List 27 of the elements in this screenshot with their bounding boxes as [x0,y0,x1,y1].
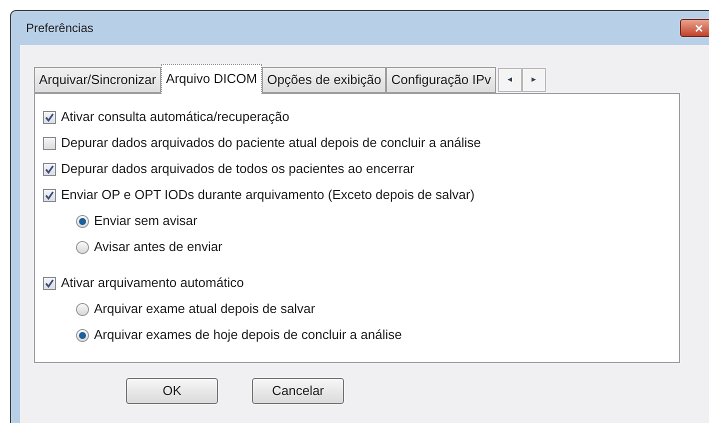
option-label: Ativar consulta automática/recuperação [61,108,290,126]
radio-button[interactable] [76,302,89,316]
option-label: Enviar OP e OPT IODs durante arquivamento (Exceto depois de salvar) [61,186,475,204]
tab-scroll-button[interactable]: ◂ [498,68,522,92]
checkbox[interactable] [43,110,56,124]
checkbox[interactable] [43,188,56,202]
option-label: Depurar dados arquivados do paciente atual depois de concluir a análise [61,134,481,152]
window-title: Preferências [26,20,94,37]
radio-button[interactable] [76,214,89,228]
radio-button[interactable] [76,240,89,254]
tab[interactable]: Opções de exibição [262,67,386,93]
checkbox[interactable] [43,276,56,290]
tab[interactable]: Configuração IPv [386,67,496,93]
tab[interactable]: Arquivo DICOM [161,64,262,94]
dialog-button[interactable]: OK [126,378,218,404]
tab[interactable]: Arquivar/Sincronizar [34,67,162,93]
checkbox[interactable] [43,162,56,176]
option-label: Avisar antes de enviar [94,238,222,256]
option-label: Depurar dados arquivados de todos os pacientes ao encerrar [61,160,414,178]
tab-scroll-button[interactable]: ▸ [522,68,546,92]
option-label: Arquivar exames de hoje depois de concluir a análise [94,326,402,344]
dialog-button[interactable]: Cancelar [252,378,344,404]
option-label: Enviar sem avisar [94,212,198,230]
option-label: Ativar arquivamento automático [61,274,244,292]
checkbox[interactable] [43,136,56,150]
radio-button[interactable] [76,328,89,342]
option-label: Arquivar exame atual depois de salvar [94,300,316,318]
